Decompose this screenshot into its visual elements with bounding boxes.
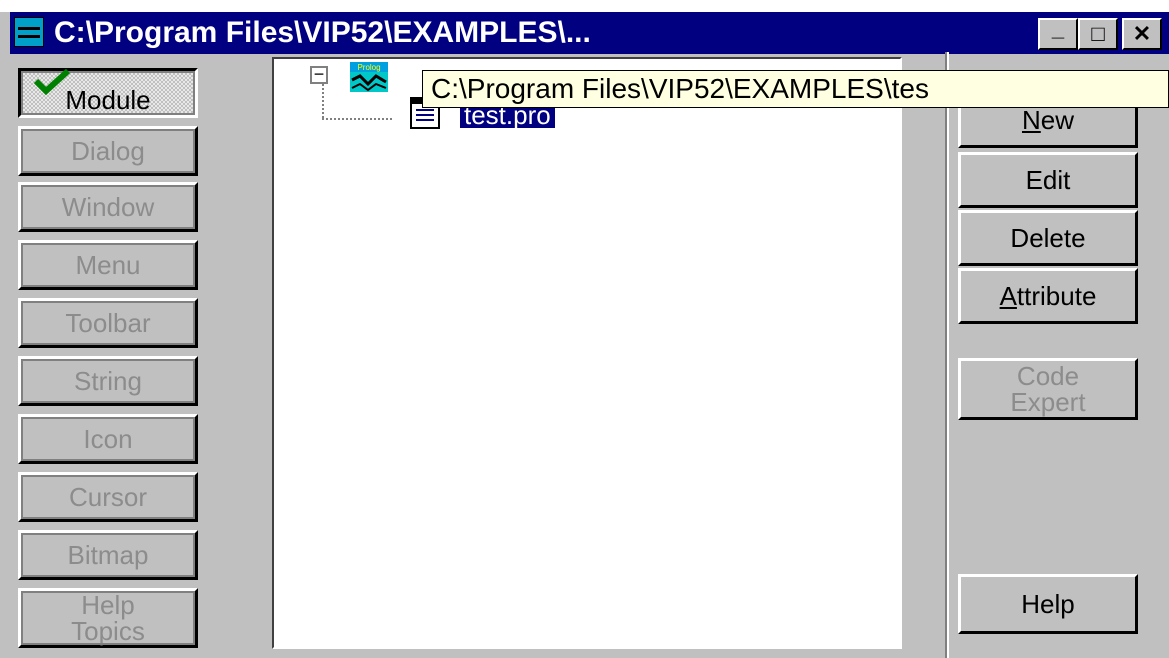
window-label: Window <box>61 192 155 222</box>
dialog-label: Dialog <box>71 136 145 166</box>
check-icon <box>33 69 71 95</box>
tree-connector <box>322 118 392 120</box>
attribute-label: Attribute <box>999 281 1097 311</box>
bitmap-label: Bitmap <box>67 540 149 570</box>
close-button[interactable]: ✕ <box>1122 18 1162 50</box>
module-button[interactable]: Module <box>18 68 198 118</box>
maximize-icon: □ <box>1091 21 1105 46</box>
prolog-project-icon[interactable]: Prolog <box>350 62 388 92</box>
toolbar-button[interactable]: Toolbar <box>18 298 198 348</box>
delete-label: Delete <box>1010 223 1086 253</box>
path-tooltip: C:\Program Files\VIP52\EXAMPLES\tes <box>422 70 1169 108</box>
desktop-strip <box>0 0 1169 12</box>
delete-button[interactable]: Delete <box>958 210 1138 266</box>
help-topics-button[interactable]: Help Topics <box>18 588 198 648</box>
project-tree[interactable] <box>272 57 902 649</box>
project-window: C:\Program Files\VIP52\EXAMPLES\... _ □ … <box>0 0 1169 658</box>
string-button[interactable]: String <box>18 356 198 406</box>
toolbar-label: Toolbar <box>65 308 151 338</box>
menu-button[interactable]: Menu <box>18 240 198 290</box>
module-label: Module <box>65 85 151 115</box>
window-button[interactable]: Window <box>18 182 198 232</box>
edit-label: Edit <box>1025 165 1071 195</box>
minimize-icon: _ <box>1051 16 1065 41</box>
window-title: C:\Program Files\VIP52\EXAMPLES\... <box>54 16 591 49</box>
prolog-app-icon <box>14 17 44 47</box>
code-expert-button[interactable]: Code Expert <box>958 358 1138 420</box>
collapse-toggle[interactable]: − <box>310 65 328 84</box>
dialog-button[interactable]: Dialog <box>18 126 198 176</box>
help-topics-label: Help Topics <box>71 590 145 646</box>
cursor-label: Cursor <box>68 482 147 512</box>
code-expert-label: Code Expert <box>1010 361 1086 417</box>
attribute-button[interactable]: Attribute <box>958 268 1138 324</box>
minimize-button[interactable]: _ <box>1038 16 1078 50</box>
help-button[interactable]: Help <box>958 574 1138 634</box>
prolog-icon-text: Prolog <box>357 63 380 72</box>
bitmap-button[interactable]: Bitmap <box>18 530 198 580</box>
string-label: String <box>74 366 142 396</box>
new-label: New <box>1021 105 1075 135</box>
divider-highlight <box>947 52 949 658</box>
icon-label: Icon <box>83 424 133 454</box>
menu-label: Menu <box>75 250 141 280</box>
help-label: Help <box>1021 589 1075 619</box>
edit-button[interactable]: Edit <box>958 152 1138 208</box>
icon-button[interactable]: Icon <box>18 414 198 464</box>
title-bar[interactable]: C:\Program Files\VIP52\EXAMPLES\... _ □ … <box>10 12 1169 54</box>
maximize-button[interactable]: □ <box>1078 18 1118 50</box>
cursor-button[interactable]: Cursor <box>18 472 198 522</box>
close-icon: ✕ <box>1132 21 1152 46</box>
